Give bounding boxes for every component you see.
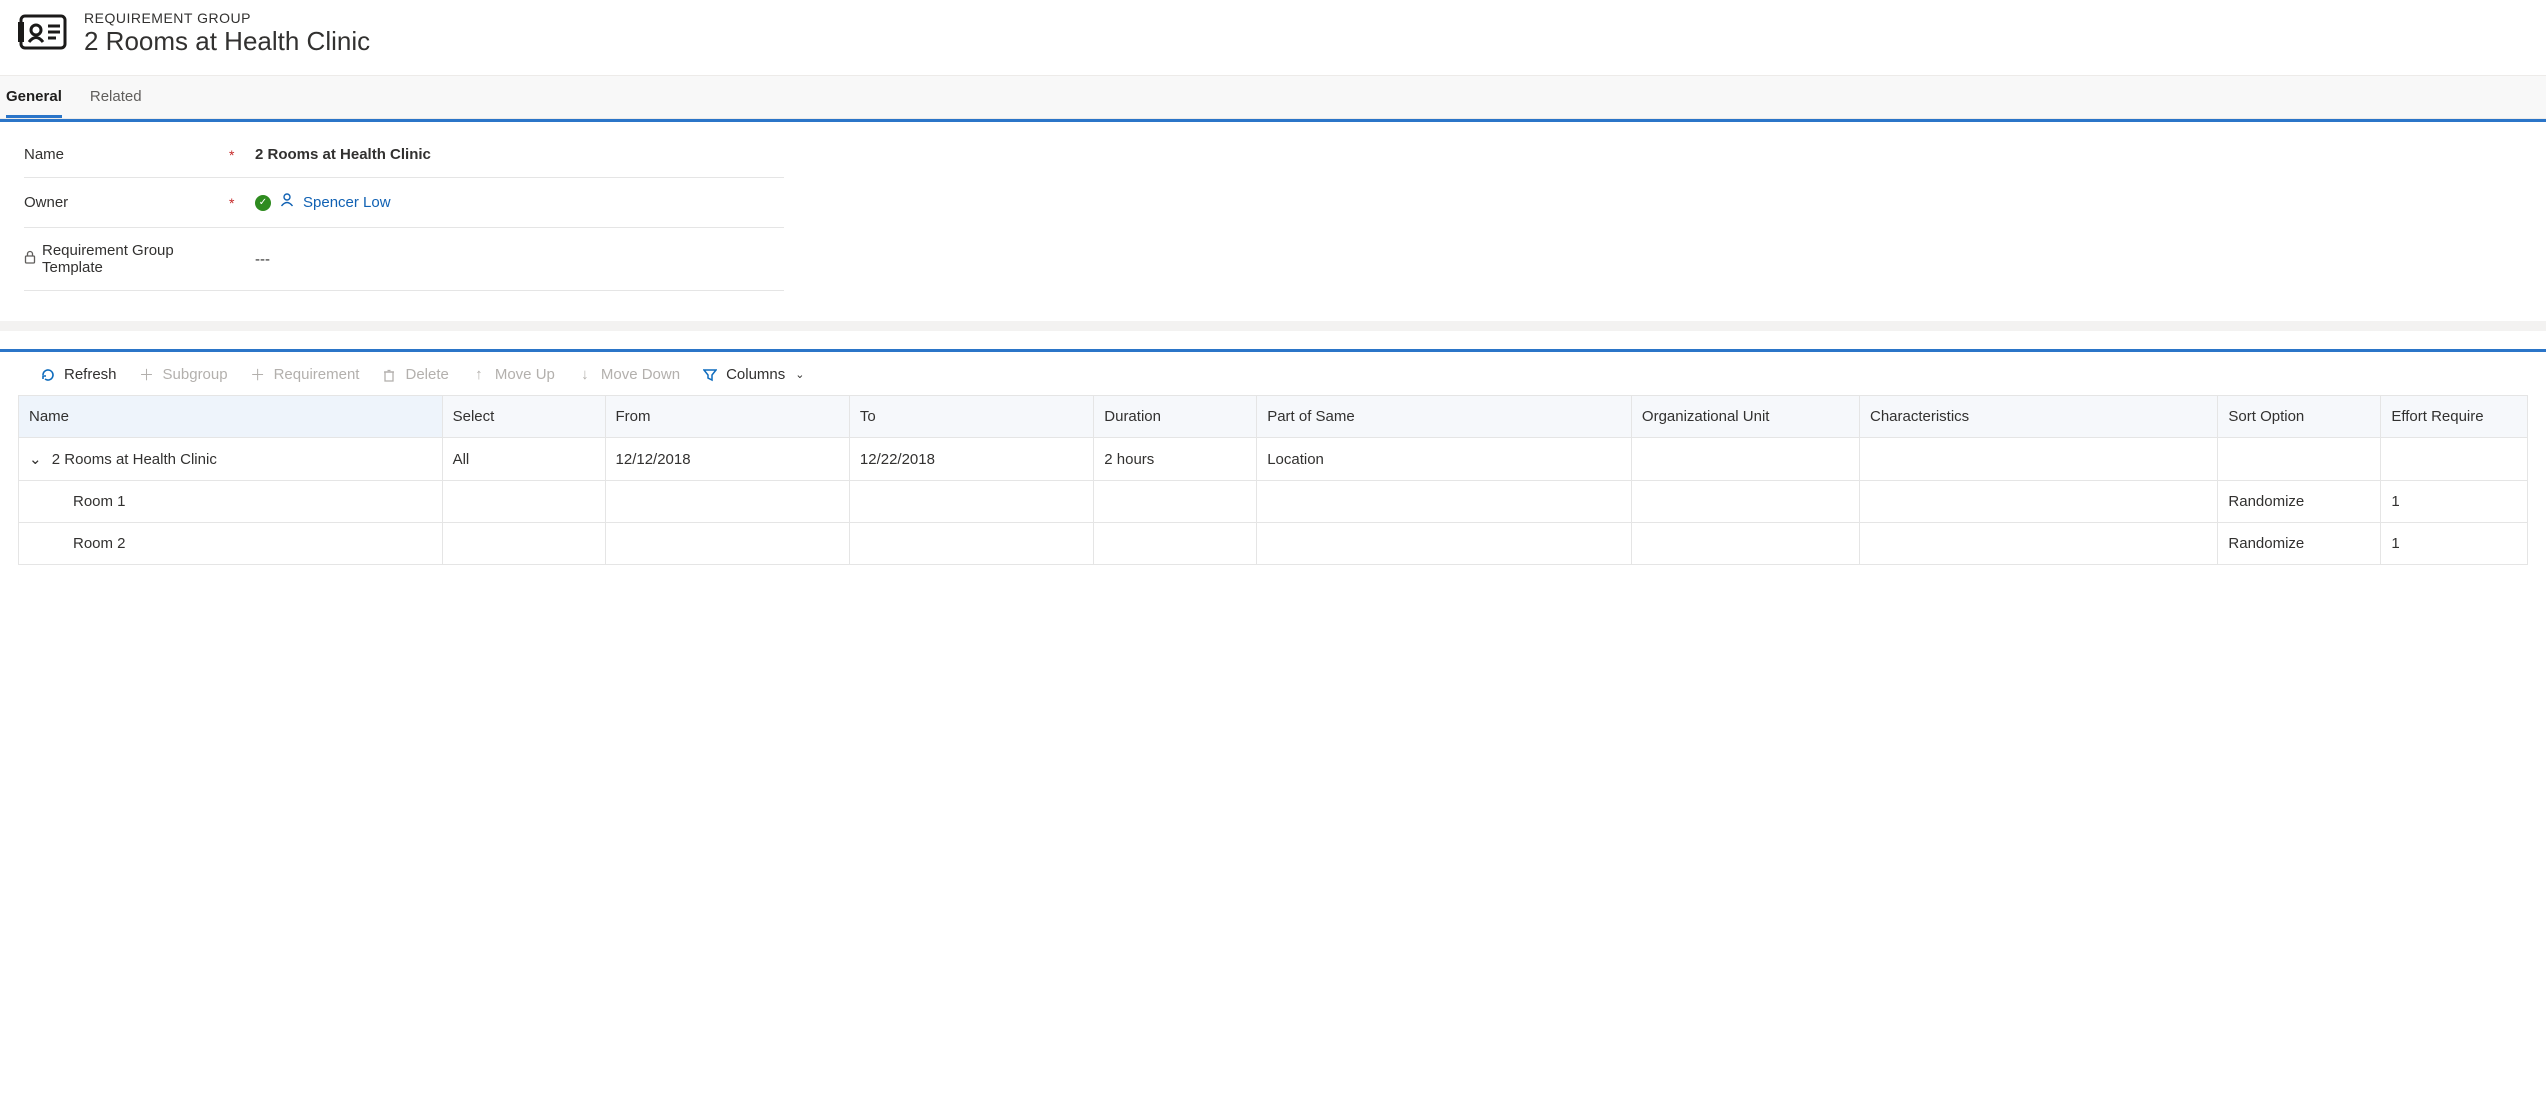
cell-characteristics[interactable] — [1859, 438, 2217, 481]
cell-select[interactable]: All — [442, 438, 605, 481]
moveup-button[interactable]: ↑ Move Up — [471, 366, 555, 383]
cell-name[interactable]: ⌄ 2 Rooms at Health Clinic — [19, 438, 443, 481]
name-text: 2 Rooms at Health Clinic — [255, 146, 431, 163]
col-from[interactable]: From — [605, 396, 849, 438]
tab-bar: General Related — [0, 75, 2546, 119]
col-to[interactable]: To — [849, 396, 1093, 438]
cell-characteristics[interactable] — [1859, 481, 2217, 523]
field-name[interactable]: Name * 2 Rooms at Health Clinic — [24, 132, 784, 178]
cell-select[interactable] — [442, 481, 605, 523]
plus-icon: ＋ — [139, 367, 155, 383]
cell-from[interactable] — [605, 481, 849, 523]
cell-duration[interactable] — [1094, 481, 1257, 523]
cell-to[interactable] — [849, 481, 1093, 523]
filter-icon — [702, 367, 718, 383]
movedown-button[interactable]: ↓ Move Down — [577, 366, 680, 383]
cell-duration[interactable] — [1094, 523, 1257, 565]
field-template[interactable]: Requirement Group Template --- — [24, 228, 784, 291]
cell-from[interactable]: 12/12/2018 — [605, 438, 849, 481]
trash-icon — [381, 367, 397, 383]
plus-icon: ＋ — [250, 367, 266, 383]
col-sortoption[interactable]: Sort Option — [2218, 396, 2381, 438]
cell-name[interactable]: Room 2 — [19, 523, 443, 565]
entity-icon — [18, 10, 68, 54]
cell-to[interactable] — [849, 523, 1093, 565]
delete-label: Delete — [405, 366, 448, 383]
cell-orgunit[interactable] — [1631, 523, 1859, 565]
columns-label: Columns — [726, 366, 785, 383]
requirements-grid-panel: Refresh ＋ Subgroup ＋ Requirement Delete … — [0, 349, 2546, 565]
col-effort[interactable]: Effort Require — [2381, 396, 2528, 438]
cell-orgunit[interactable] — [1631, 481, 1859, 523]
cell-partofsame[interactable]: Location — [1257, 438, 1632, 481]
cell-sortoption[interactable]: Randomize — [2218, 481, 2381, 523]
person-icon — [279, 192, 295, 213]
cell-select[interactable] — [442, 523, 605, 565]
movedown-label: Move Down — [601, 366, 680, 383]
cell-effort[interactable]: 1 — [2381, 481, 2528, 523]
general-panel: Name * 2 Rooms at Health Clinic Owner * … — [0, 119, 2546, 321]
refresh-label: Refresh — [64, 366, 117, 383]
cell-effort[interactable] — [2381, 438, 2528, 481]
refresh-icon — [40, 367, 56, 383]
page-header: REQUIREMENT GROUP 2 Rooms at Health Clin… — [0, 0, 2546, 75]
table-row[interactable]: Room 2 Randomize 1 — [19, 523, 2528, 565]
cell-characteristics[interactable] — [1859, 523, 2217, 565]
tab-general[interactable]: General — [6, 76, 62, 118]
cell-sortoption[interactable] — [2218, 438, 2381, 481]
cell-orgunit[interactable] — [1631, 438, 1859, 481]
requirement-label: Requirement — [274, 366, 360, 383]
chevron-down-icon: ⌄ — [795, 368, 804, 381]
delete-button[interactable]: Delete — [381, 366, 448, 383]
required-indicator: * — [229, 195, 255, 211]
table-row[interactable]: ⌄ 2 Rooms at Health Clinic All 12/12/201… — [19, 438, 2528, 481]
owner-link[interactable]: Spencer Low — [303, 194, 391, 211]
template-label-text: Requirement Group Template — [42, 242, 229, 276]
required-indicator: * — [229, 147, 255, 163]
owner-check-icon: ✓ — [255, 195, 271, 211]
page-title: 2 Rooms at Health Clinic — [84, 26, 370, 57]
col-partofsame[interactable]: Part of Same — [1257, 396, 1632, 438]
tab-related[interactable]: Related — [90, 76, 142, 118]
subgroup-button[interactable]: ＋ Subgroup — [139, 366, 228, 383]
col-orgunit[interactable]: Organizational Unit — [1631, 396, 1859, 438]
moveup-label: Move Up — [495, 366, 555, 383]
cell-partofsame[interactable] — [1257, 481, 1632, 523]
cell-sortoption[interactable]: Randomize — [2218, 523, 2381, 565]
field-owner[interactable]: Owner * ✓ Spencer Low — [24, 178, 784, 228]
col-name[interactable]: Name — [19, 396, 443, 438]
field-owner-label: Owner — [24, 194, 229, 211]
cell-effort[interactable]: 1 — [2381, 523, 2528, 565]
col-select[interactable]: Select — [442, 396, 605, 438]
field-owner-value[interactable]: ✓ Spencer Low — [255, 192, 784, 213]
row0-name: 2 Rooms at Health Clinic — [52, 451, 217, 468]
lock-icon — [24, 250, 36, 268]
page-eyebrow: REQUIREMENT GROUP — [84, 10, 370, 26]
table-row[interactable]: Room 1 Randomize 1 — [19, 481, 2528, 523]
cell-from[interactable] — [605, 523, 849, 565]
cell-to[interactable]: 12/22/2018 — [849, 438, 1093, 481]
refresh-button[interactable]: Refresh — [40, 366, 117, 383]
field-template-value: --- — [255, 251, 784, 268]
col-duration[interactable]: Duration — [1094, 396, 1257, 438]
subgroup-label: Subgroup — [163, 366, 228, 383]
cell-duration[interactable]: 2 hours — [1094, 438, 1257, 481]
chevron-down-icon[interactable]: ⌄ — [29, 450, 42, 468]
grid-header-row: Name Select From To Duration Part of Sam… — [19, 396, 2528, 438]
arrow-up-icon: ↑ — [471, 367, 487, 383]
requirement-button[interactable]: ＋ Requirement — [250, 366, 360, 383]
cell-name[interactable]: Room 1 — [19, 481, 443, 523]
columns-button[interactable]: Columns ⌄ — [702, 366, 804, 383]
col-characteristics[interactable]: Characteristics — [1859, 396, 2217, 438]
cell-partofsame[interactable] — [1257, 523, 1632, 565]
grid-toolbar: Refresh ＋ Subgroup ＋ Requirement Delete … — [0, 352, 2546, 395]
panel-spacer — [0, 321, 2546, 331]
field-name-value[interactable]: 2 Rooms at Health Clinic — [255, 146, 784, 163]
arrow-down-icon: ↓ — [577, 367, 593, 383]
field-name-label: Name — [24, 146, 229, 163]
requirements-grid: Name Select From To Duration Part of Sam… — [18, 395, 2528, 565]
field-template-label: Requirement Group Template — [24, 242, 229, 276]
